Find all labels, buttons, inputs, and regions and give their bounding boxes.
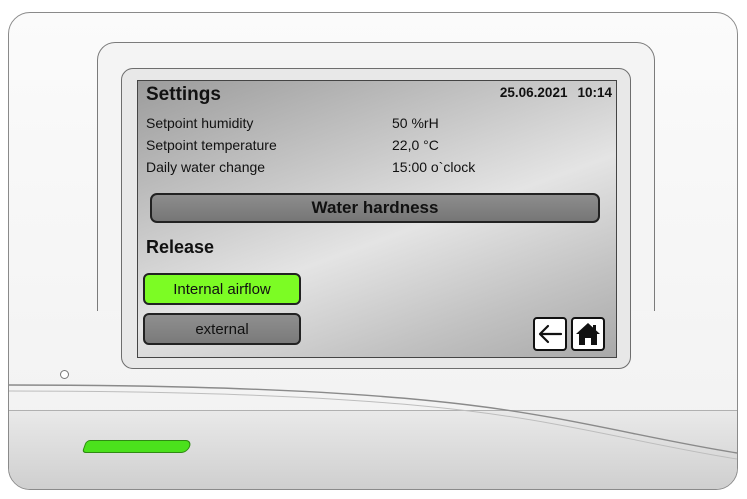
arrow-left-icon (538, 324, 563, 344)
touch-screen: Settings 25.06.2021 10:14 Setpoint humidi… (137, 80, 617, 358)
setting-value: 22,0 °C (392, 137, 439, 153)
water-hardness-button[interactable]: Water hardness (150, 193, 600, 223)
setting-label: Setpoint humidity (146, 115, 254, 131)
external-button[interactable]: external (143, 313, 301, 345)
back-button[interactable] (533, 317, 567, 351)
setting-label: Daily water change (146, 159, 266, 175)
ambient-sensor (60, 370, 69, 379)
internal-airflow-button[interactable]: Internal airflow (143, 273, 301, 305)
setting-value: 50 %rH (392, 115, 439, 131)
page-title: Settings (146, 84, 221, 105)
status-led (81, 440, 193, 453)
home-icon (576, 323, 600, 345)
setting-label: Setpoint temperature (146, 137, 277, 153)
date-time-display: 25.06.2021 10:14 (500, 85, 612, 100)
time-display: 10:14 (577, 85, 612, 100)
setting-value: 15:00 o`clock (392, 159, 476, 175)
date-display: 25.06.2021 (499, 85, 568, 100)
release-heading: Release (146, 237, 215, 257)
home-button[interactable] (571, 317, 605, 351)
